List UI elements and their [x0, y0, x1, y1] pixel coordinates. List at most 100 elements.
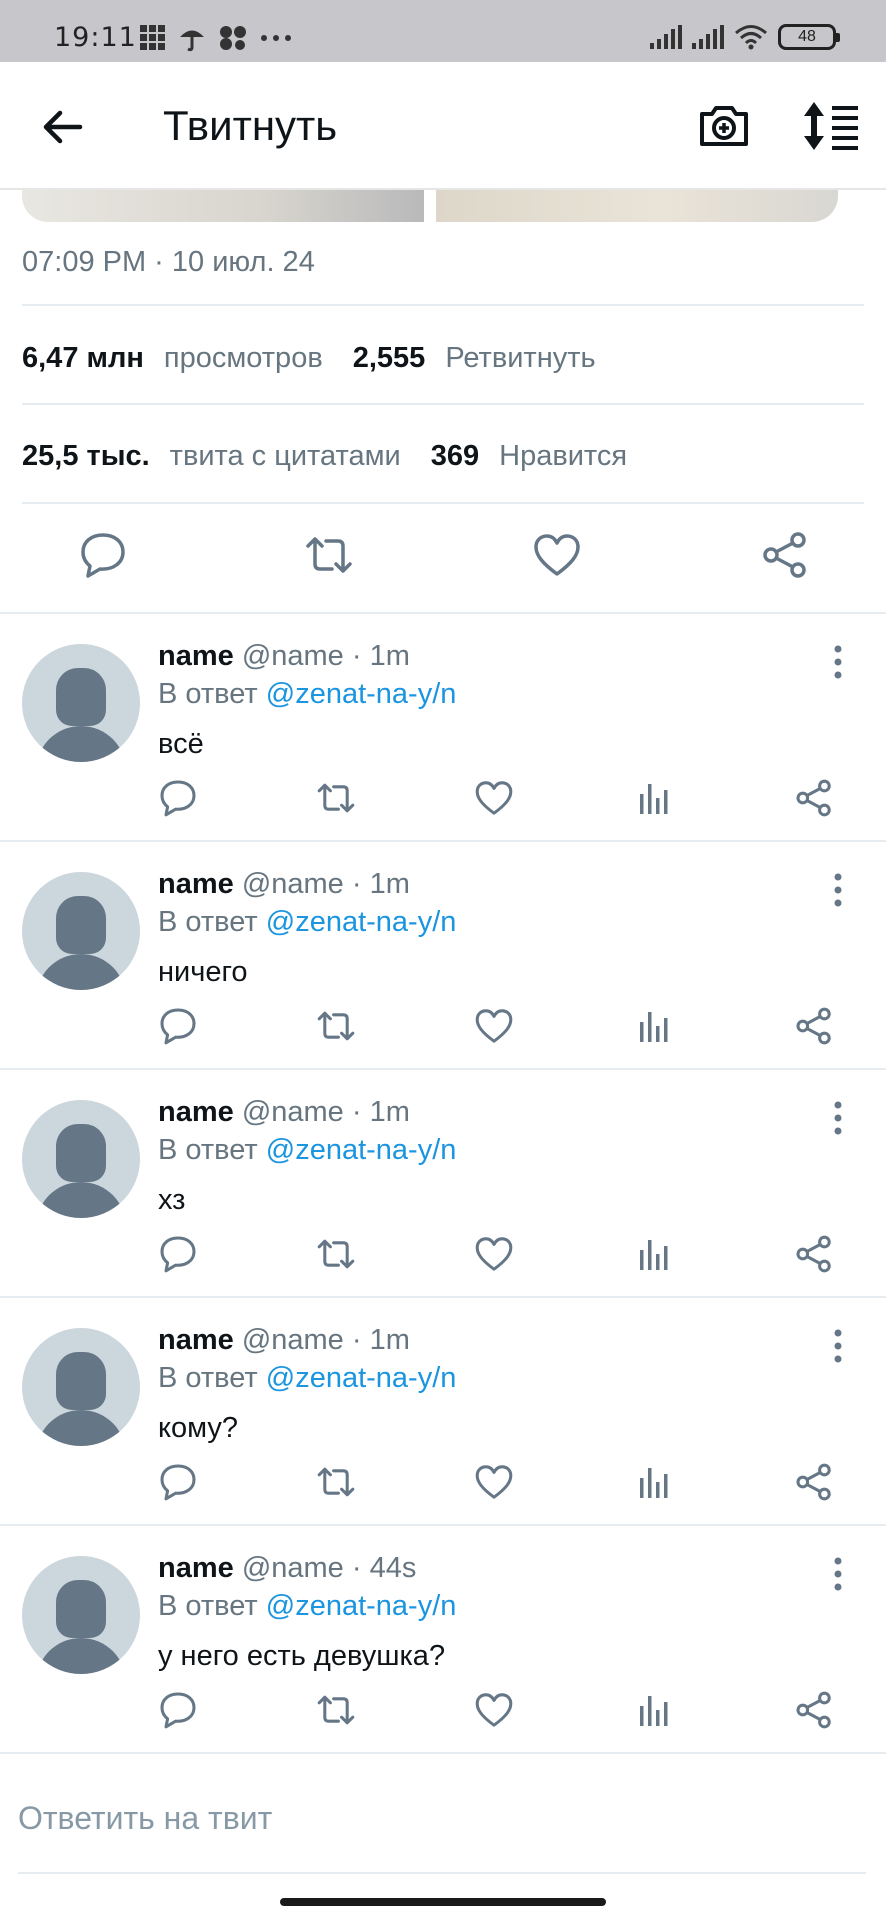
share-icon [796, 1007, 831, 1045]
retweet-button[interactable] [316, 1690, 356, 1730]
reply-icon [160, 780, 196, 817]
retweet-button[interactable] [316, 1006, 356, 1046]
mention-link[interactable]: @zenat-na-y/n [266, 678, 457, 710]
reply-button[interactable] [158, 1690, 198, 1730]
mention-link[interactable]: @zenat-na-y/n [266, 906, 457, 938]
avatar[interactable] [22, 1556, 140, 1674]
retweets-count[interactable]: 2,555 [353, 342, 426, 375]
more-options-button[interactable] [822, 1556, 854, 1592]
likes-count[interactable]: 369 [431, 440, 479, 473]
reply-button[interactable] [158, 1006, 198, 1046]
share-button[interactable] [794, 1006, 834, 1046]
quotes-count[interactable]: 25,5 тыс. [22, 440, 150, 473]
like-button[interactable] [474, 778, 514, 818]
author-name[interactable]: name [158, 1324, 234, 1356]
retweet-button[interactable] [316, 1462, 356, 1502]
reply-author: name @name · 1m [158, 1324, 410, 1357]
like-button[interactable] [474, 1690, 514, 1730]
reply-tweet[interactable]: name @name · 1m В ответ @zenat-na-y/n ко… [0, 1298, 886, 1526]
heart-icon [475, 781, 513, 815]
umbrella-icon [180, 30, 204, 52]
more-options-button[interactable] [822, 1328, 854, 1364]
reply-button[interactable] [158, 1462, 198, 1502]
likes-label[interactable]: Нравится [499, 440, 627, 473]
reply-text: ничего [158, 956, 248, 988]
avatar[interactable] [22, 1328, 140, 1446]
like-button[interactable] [474, 1462, 514, 1502]
mention-link[interactable]: @zenat-na-y/n [266, 1590, 457, 1622]
more-options-button[interactable] [822, 872, 854, 908]
author-name[interactable]: name [158, 1552, 234, 1584]
retweet-icon [317, 1467, 355, 1497]
share-button[interactable] [794, 1462, 834, 1502]
author-handle-time: @name · 44s [241, 1552, 417, 1584]
analytics-icon [640, 1012, 668, 1042]
mention-link[interactable]: @zenat-na-y/n [266, 1362, 457, 1394]
author-name[interactable]: name [158, 868, 234, 900]
home-indicator[interactable] [280, 1898, 606, 1906]
quotes-label[interactable]: твита с цитатами [170, 440, 401, 473]
analytics-button[interactable] [634, 1462, 674, 1502]
camera-button[interactable] [696, 98, 752, 154]
system-icons: 48 [650, 24, 840, 50]
stats-row-2: 25,5 тыс. твита с цитатами 369 Нравится [22, 440, 657, 473]
retweets-label[interactable]: Ретвитнуть [445, 342, 595, 375]
retweet-button[interactable] [304, 530, 354, 580]
share-button[interactable] [794, 778, 834, 818]
avatar[interactable] [22, 1100, 140, 1218]
stats-row-1: 6,47 млн просмотров 2,555 Ретвитнуть [22, 342, 626, 375]
retweet-icon [317, 1011, 355, 1041]
share-icon [796, 779, 831, 817]
analytics-button[interactable] [634, 778, 674, 818]
analytics-icon [640, 1696, 668, 1726]
vertical-dots-icon [834, 1557, 842, 1591]
more-options-button[interactable] [822, 644, 854, 680]
reply-context: В ответ @zenat-na-y/n [158, 1362, 456, 1395]
retweet-button[interactable] [316, 778, 356, 818]
reply-tweet[interactable]: name @name · 1m В ответ @zenat-na-y/n ни… [0, 842, 886, 1070]
reply-author: name @name · 44s [158, 1552, 416, 1585]
signal-icon-2 [692, 25, 724, 49]
like-button[interactable] [474, 1234, 514, 1274]
reply-button[interactable] [158, 1234, 198, 1274]
avatar[interactable] [22, 644, 140, 762]
share-icon [796, 1691, 831, 1729]
reply-context: В ответ @zenat-na-y/n [158, 678, 456, 711]
share-button[interactable] [760, 530, 810, 580]
more-options-button[interactable] [822, 1100, 854, 1136]
vertical-dots-icon [834, 1329, 842, 1363]
reply-tweet[interactable]: name @name · 1m В ответ @zenat-na-y/n вс… [0, 614, 886, 842]
retweet-button[interactable] [316, 1234, 356, 1274]
analytics-button[interactable] [634, 1690, 674, 1730]
share-icon [796, 1463, 831, 1501]
reply-composer-input[interactable]: Ответить на твит [18, 1800, 272, 1837]
like-button[interactable] [474, 1006, 514, 1046]
analytics-icon [640, 1468, 668, 1498]
reply-button[interactable] [158, 778, 198, 818]
tweet-media[interactable] [22, 160, 838, 222]
avatar[interactable] [22, 872, 140, 990]
heart-icon [475, 1693, 513, 1727]
reply-button[interactable] [78, 530, 128, 580]
status-bar: 19:11 48 [0, 0, 886, 62]
analytics-button[interactable] [634, 1006, 674, 1046]
share-button[interactable] [794, 1234, 834, 1274]
battery-indicator: 48 [778, 24, 840, 50]
reply-tweet[interactable]: name @name · 1m В ответ @zenat-na-y/n хз [0, 1070, 886, 1298]
vertical-dots-icon [834, 1101, 842, 1135]
back-button[interactable] [38, 102, 88, 152]
author-name[interactable]: name [158, 1096, 234, 1128]
app-grid-icon [140, 25, 165, 50]
mention-link[interactable]: @zenat-na-y/n [266, 1134, 457, 1166]
reply-context: В ответ @zenat-na-y/n [158, 906, 456, 939]
author-name[interactable]: name [158, 640, 234, 672]
heart-icon [475, 1237, 513, 1271]
like-button[interactable] [532, 530, 582, 580]
sort-button[interactable] [800, 98, 862, 154]
retweet-icon [317, 783, 355, 813]
author-handle-time: @name · 1m [241, 1096, 410, 1128]
reply-icon [160, 1236, 196, 1273]
reply-tweet[interactable]: name @name · 44s В ответ @zenat-na-y/n у… [0, 1526, 886, 1754]
analytics-button[interactable] [634, 1234, 674, 1274]
share-button[interactable] [794, 1690, 834, 1730]
